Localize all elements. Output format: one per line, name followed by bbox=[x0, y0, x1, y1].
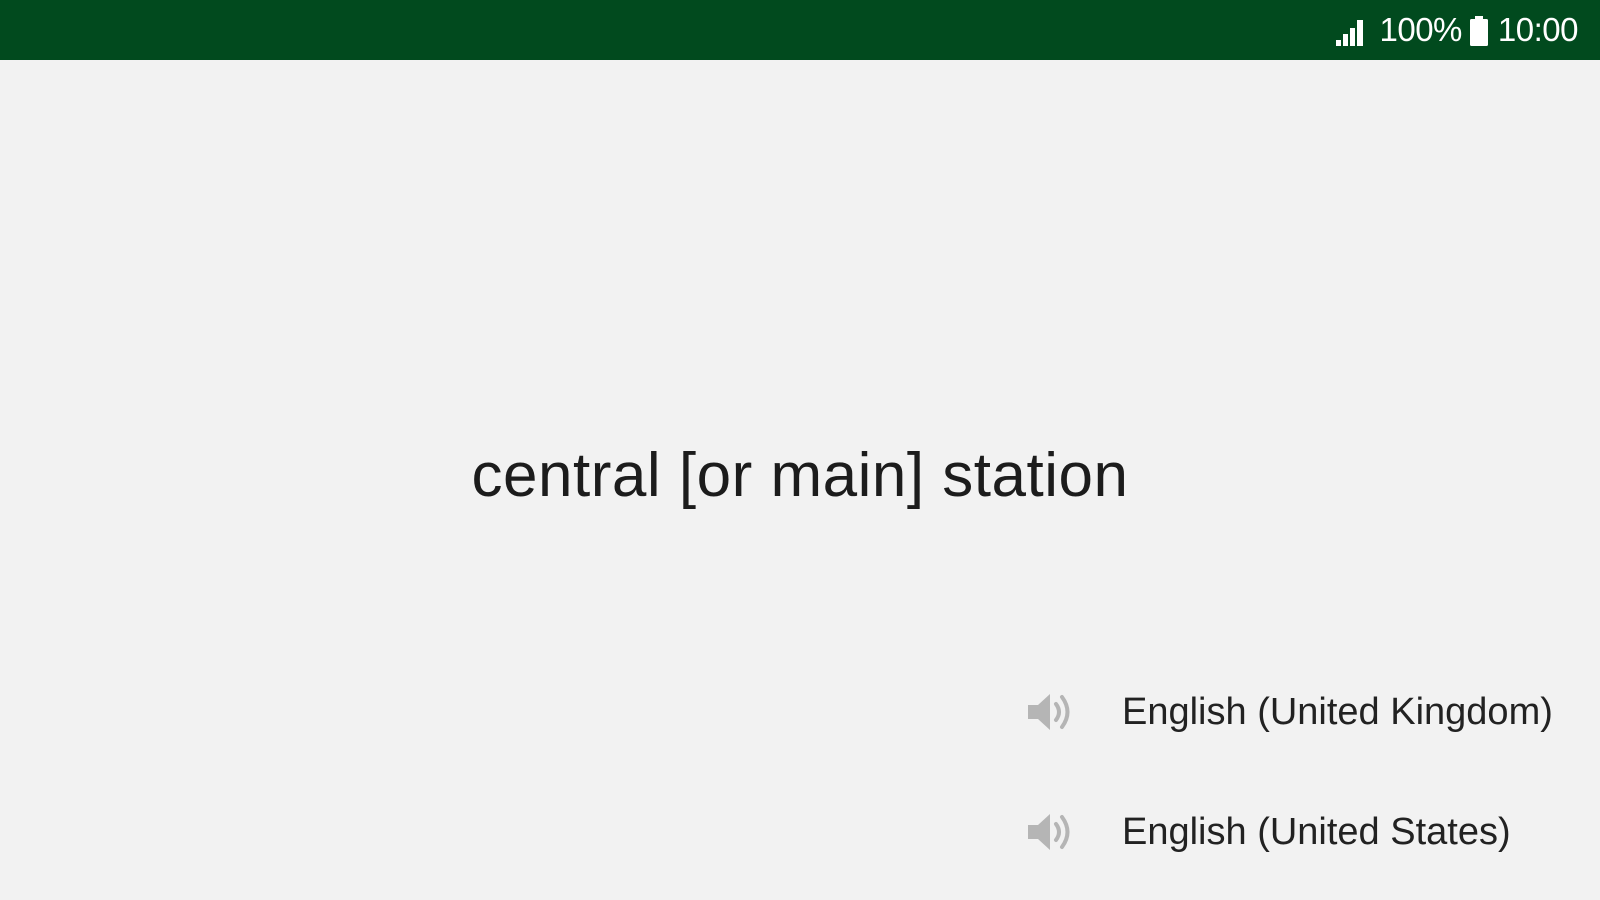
battery-icon bbox=[1469, 16, 1488, 46]
speaker-icon bbox=[1028, 814, 1070, 850]
pronunciation-uk-button[interactable]: English (United Kingdom) bbox=[1024, 682, 1553, 742]
term-text: central [or main] station bbox=[471, 441, 1129, 510]
clock-time: 10:00 bbox=[1497, 11, 1579, 48]
battery-percentage: 100% bbox=[1379, 11, 1463, 48]
signal-icon bbox=[1335, 20, 1363, 46]
pronunciation-us-label: English (United States) bbox=[1122, 810, 1511, 853]
speaker-icon bbox=[1028, 694, 1070, 730]
main-content: central [or main] station English (Unite… bbox=[0, 60, 1600, 900]
pronunciation-uk-label: English (United Kingdom) bbox=[1122, 690, 1553, 733]
status-bar: 100% 10:00 bbox=[0, 0, 1600, 60]
pronunciation-us-button[interactable]: English (United States) bbox=[1024, 802, 1511, 862]
